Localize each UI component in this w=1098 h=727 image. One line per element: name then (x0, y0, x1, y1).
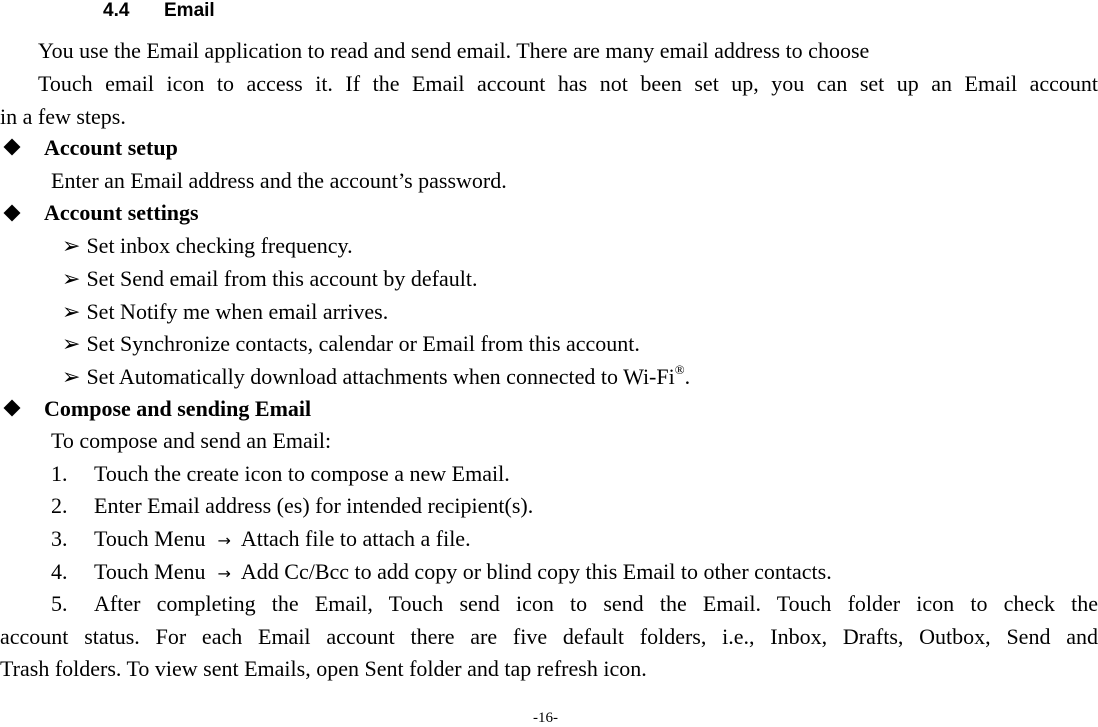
arrow-bullet-icon: ➢ (62, 331, 81, 356)
step-text: After completing the Email, Touch send i… (94, 591, 1098, 616)
step-text: Touch Menu (94, 559, 206, 584)
step-5-continuation-1: account status. For each Email account t… (0, 624, 1098, 649)
compose-step: 4. Touch Menu → Add Cc/Bcc to add copy or b… (51, 559, 832, 587)
settings-item-text: Set Automatically download attachments w… (86, 364, 675, 389)
step-number: 2. (51, 493, 68, 518)
step-text: Touch Menu (94, 526, 206, 551)
step-text: Touch the create icon to compose a new E… (94, 461, 510, 486)
intro-line-2: Touch email icon to access it. If the Em… (0, 71, 1098, 97)
registered-mark: ® (674, 362, 685, 377)
step-text: Enter Email address (es) for intended re… (94, 493, 534, 518)
compose-step: 3. Touch Menu → Attach file to attach a fil… (51, 526, 471, 554)
arrow-bullet-icon: ➢ (62, 364, 81, 389)
diamond-bullet-icon (3, 399, 21, 417)
right-arrow-icon: → (217, 531, 231, 550)
arrow-bullet-icon: ➢ (62, 299, 81, 324)
compose-step: 1. Touch the create icon to compose a new… (51, 461, 510, 487)
diamond-bullet-icon (3, 138, 21, 156)
settings-item: ➢ Set Synchronize contacts, calendar or E… (62, 331, 640, 357)
step-text: Attach file to attach a file. (240, 526, 471, 551)
settings-item: ➢ Set Send email from this account by def… (62, 266, 477, 292)
compose-heading: Compose and sending Email (44, 396, 312, 421)
arrow-bullet-icon: ➢ (62, 233, 81, 258)
settings-item-text: Set Synchronize contacts, calendar or Em… (86, 331, 640, 356)
settings-item: ➢ Set Automatically download attachments … (62, 362, 691, 390)
settings-item: ➢ Set inbox checking frequency. (62, 233, 353, 259)
step-5-line: 5. After completing the Email, Touch send… (0, 591, 1098, 616)
page-number: -16- (533, 710, 558, 726)
intro-line-2-text: Touch email icon to access it. If the Em… (38, 71, 1098, 96)
settings-item-suffix: . (684, 364, 691, 389)
account-setup-text: Enter an Email address and the account’s… (51, 168, 507, 193)
intro-line-3: in a few steps. (0, 104, 126, 129)
step-number: 4. (51, 559, 68, 584)
settings-item-text: Set Notify me when email arrives. (86, 299, 389, 324)
account-setup-heading: Account setup (44, 135, 178, 160)
settings-item: ➢ Set Notify me when email arrives. (62, 299, 388, 325)
arrow-bullet-icon: ➢ (62, 266, 81, 291)
settings-item-text: Set Send email from this account by defa… (86, 266, 478, 291)
compose-step: 2. Enter Email address (es) for intended … (51, 493, 533, 519)
account-settings-heading: Account settings (44, 200, 199, 225)
step-number: 1. (51, 461, 68, 486)
diamond-bullet-icon (3, 204, 21, 222)
compose-intro: To compose and send an Email: (51, 428, 332, 453)
settings-item-text: Set inbox checking frequency. (86, 233, 353, 258)
section-number: 4.4 (103, 0, 130, 21)
step-number: 5. (51, 591, 68, 616)
section-title: Email (164, 0, 215, 21)
right-arrow-icon: → (217, 564, 231, 583)
step-text: Add Cc/Bcc to add copy or blind copy thi… (240, 559, 832, 584)
step-5-continuation-2: Trash folders. To view sent Emails, open… (0, 656, 647, 681)
step-number: 3. (51, 526, 68, 551)
intro-line-1: You use the Email application to read an… (38, 38, 870, 63)
compose-step: 5. After completing the Email, Touch send… (0, 591, 1098, 617)
section-heading: 4.4 Email (103, 0, 215, 24)
